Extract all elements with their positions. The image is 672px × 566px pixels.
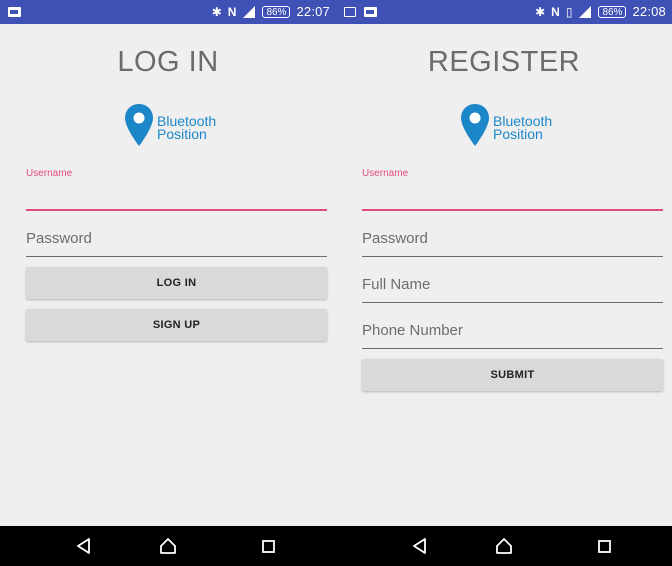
recents-icon[interactable] (594, 536, 614, 556)
username-label: Username (26, 168, 73, 179)
fullname-field[interactable]: Full Name (362, 272, 663, 304)
password-underline (362, 256, 663, 257)
username-label: Username (362, 168, 409, 179)
password-hint: Password (362, 230, 428, 247)
clock: 22:08 (632, 4, 666, 19)
username-underline (26, 209, 327, 211)
screenshot-icon (344, 7, 356, 17)
password-underline (26, 256, 327, 257)
password-field[interactable]: Password (26, 226, 327, 258)
username-underline (362, 209, 663, 211)
signup-button[interactable]: SIGN UP (26, 309, 327, 341)
nfc-icon: N (551, 5, 560, 19)
password-field[interactable]: Password (362, 226, 663, 258)
nfc-icon: N (227, 5, 237, 19)
location-pin-icon (461, 104, 489, 146)
app-logo: Bluetooth Position (124, 103, 216, 149)
fullname-hint: Full Name (362, 276, 431, 293)
home-icon[interactable] (158, 536, 178, 556)
app-logo: Bluetooth Position (460, 103, 552, 149)
back-icon[interactable] (410, 536, 430, 556)
notification-app-icon (8, 7, 21, 17)
submit-button[interactable]: SUBMIT (362, 359, 663, 391)
phone-field[interactable]: Phone Number (362, 318, 663, 350)
navigation-bar (0, 526, 336, 566)
navigation-bar (336, 526, 672, 566)
home-icon[interactable] (494, 536, 514, 556)
status-bar: ✱ N 86% 22:07 (0, 0, 336, 24)
clock: 22:07 (296, 4, 330, 19)
username-field[interactable]: Username (362, 168, 663, 212)
battery-indicator: 86% (262, 6, 291, 18)
signal-icon (578, 5, 592, 19)
logo-text-line2: Position (157, 126, 207, 142)
username-field[interactable]: Username (26, 168, 327, 212)
location-pin-icon (125, 104, 153, 146)
phone-hint: Phone Number (362, 322, 463, 339)
notification-app-icon (364, 7, 377, 17)
login-button[interactable]: LOG IN (26, 267, 327, 299)
bluetooth-icon: ✱ (211, 5, 222, 19)
fullname-underline (362, 302, 663, 303)
page-title: LOG IN (117, 46, 219, 78)
battery-indicator: 86% (598, 6, 627, 18)
signal-icon (242, 5, 256, 19)
back-icon[interactable] (74, 536, 94, 556)
status-bar: ✱ N ▯ 86% 22:08 (336, 0, 672, 24)
vibrate-icon: ▯ (565, 5, 573, 19)
bluetooth-icon: ✱ (535, 5, 546, 19)
page-title: REGISTER (427, 46, 581, 78)
recents-icon[interactable] (258, 536, 278, 556)
password-hint: Password (26, 230, 92, 247)
login-screen: ✱ N 86% 22:07 LOG IN Bluetooth Position … (0, 0, 336, 566)
phone-underline (362, 348, 663, 349)
logo-text-line2: Position (493, 126, 543, 142)
register-screen: ✱ N ▯ 86% 22:08 REGISTER Bluetooth Posit… (336, 0, 672, 566)
